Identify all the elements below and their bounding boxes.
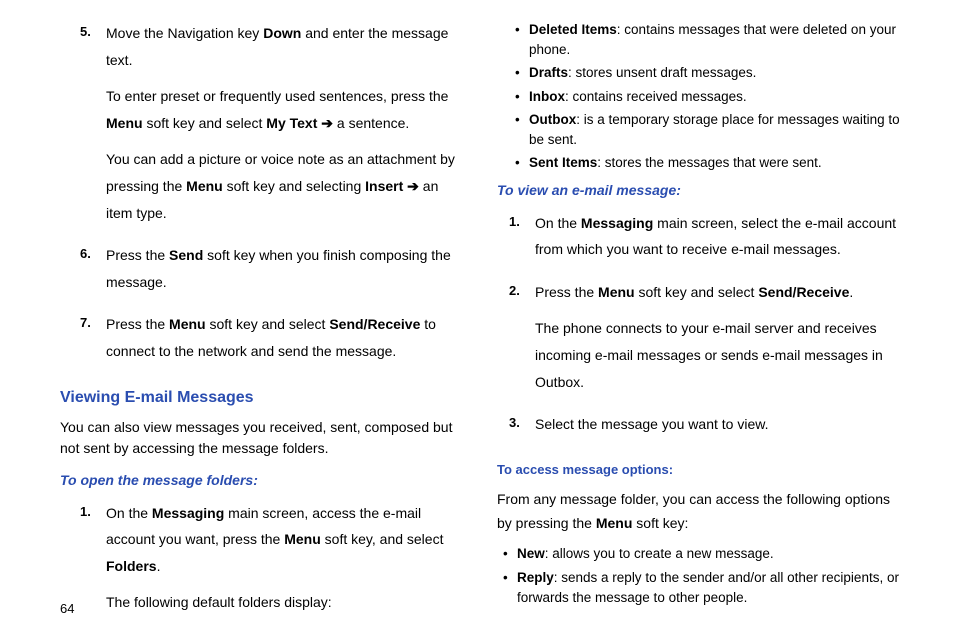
view-step-1: 1. On the Messaging main screen, select … [507,210,904,273]
bullet-icon: • [515,63,529,83]
step-5-p1: Move the Navigation key Down and enter t… [106,20,467,73]
step-number: 1. [507,210,535,273]
step-body: Move the Navigation key Down and enter t… [106,20,467,236]
step-body: On the Messaging main screen, access the… [106,500,467,626]
subheading-open-folders: To open the message folders: [60,467,467,494]
view-1-p1: On the Messaging main screen, select the… [535,210,904,263]
right-column: •Deleted Items: contains messages that w… [497,20,904,570]
view-2-p2: The phone connects to your e-mail server… [535,315,904,395]
subheading-view-email: To view an e-mail message: [497,177,904,204]
open-1-p2: The following default folders display: [106,589,467,616]
step-number: 6. [78,242,106,305]
step-number: 3. [507,411,535,448]
bullet-icon: • [515,87,529,107]
page-number: 64 [60,601,74,616]
folder-bullet-inbox: •Inbox: contains received messages. [515,87,904,107]
folder-bullet-outbox: •Outbox: is a temporary storage place fo… [515,110,904,149]
bullet-icon: • [515,110,529,149]
step-5-p2: To enter preset or frequently used sente… [106,83,467,136]
step-5-p3: You can add a picture or voice note as a… [106,146,467,226]
open-step-1: 1. On the Messaging main screen, access … [78,500,467,626]
view-2-p1: Press the Menu soft key and select Send/… [535,279,904,306]
bullet-icon: • [503,568,517,609]
open-1-p1: On the Messaging main screen, access the… [106,500,467,580]
arrow-icon: ➔ [407,178,419,194]
step-body: Press the Menu soft key and select Send/… [106,311,467,374]
bullet-icon: • [503,544,517,564]
page-columns: 5. Move the Navigation key Down and ente… [60,20,904,570]
step-body: On the Messaging main screen, select the… [535,210,904,273]
folder-bullet-deleted: •Deleted Items: contains messages that w… [515,20,904,59]
step-5: 5. Move the Navigation key Down and ente… [78,20,467,236]
bullet-icon: • [515,153,529,173]
step-number: 7. [78,311,106,374]
subheading-access-options: To access message options: [497,458,904,483]
step-6-p1: Press the Send soft key when you finish … [106,242,467,295]
step-body: Press the Menu soft key and select Send/… [535,279,904,405]
view-3-p1: Select the message you want to view. [535,411,904,438]
step-number: 2. [507,279,535,405]
folder-bullet-drafts: •Drafts: stores unsent draft messages. [515,63,904,83]
step-7-p1: Press the Menu soft key and select Send/… [106,311,467,364]
left-column: 5. Move the Navigation key Down and ente… [60,20,467,570]
intro-paragraph: You can also view messages you received,… [60,417,467,459]
view-step-3: 3. Select the message you want to view. [507,411,904,448]
view-step-2: 2. Press the Menu soft key and select Se… [507,279,904,405]
arrow-icon: ➔ [321,115,333,131]
step-7: 7. Press the Menu soft key and select Se… [78,311,467,374]
heading-viewing-email: Viewing E-mail Messages [60,383,467,413]
folder-bullet-sent: •Sent Items: stores the messages that we… [515,153,904,173]
bullet-icon: • [515,20,529,59]
step-6: 6. Press the Send soft key when you fini… [78,242,467,305]
option-bullet-reply: •Reply: sends a reply to the sender and/… [503,568,904,609]
option-bullet-new: •New: allows you to create a new message… [503,544,904,564]
options-intro: From any message folder, you can access … [497,488,904,536]
step-number: 5. [78,20,106,236]
step-number: 1. [78,500,106,626]
step-body: Select the message you want to view. [535,411,904,448]
step-body: Press the Send soft key when you finish … [106,242,467,305]
